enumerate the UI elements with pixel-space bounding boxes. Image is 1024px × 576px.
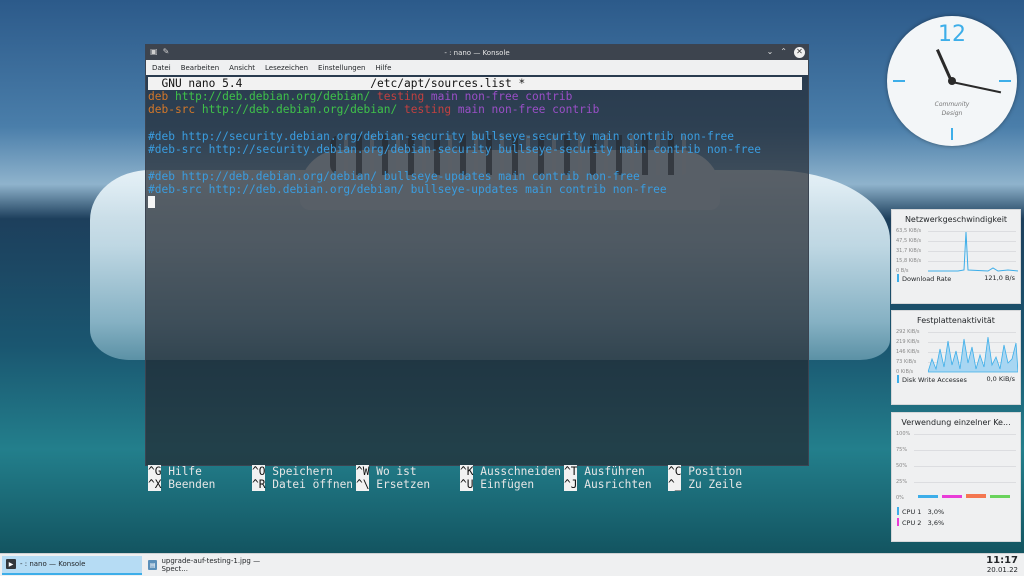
shortcut-item: ^C Position [668,465,743,478]
editor-line[interactable]: #deb-src http://security.debian.org/debi… [148,143,806,156]
cpu-legend: CPU 1 3,0% CPU 2 3,6% [892,505,1020,531]
clock-twelve: 12 [938,22,966,47]
editor-line[interactable]: deb http://deb.debian.org/debian/ testin… [148,90,806,103]
editor-content[interactable]: deb http://deb.debian.org/debian/ testin… [148,90,806,196]
window-title: - : nano — Konsole [444,48,510,57]
shortcut-item: ^\ Ersetzen [356,478,431,492]
clock-minute-hand [951,81,1002,94]
disk-graph [928,336,1018,373]
clock-hub [948,77,956,85]
editor-line[interactable]: deb-src http://deb.debian.org/debian/ te… [148,103,806,116]
editor-line[interactable] [148,117,806,130]
editor-line[interactable]: #deb-src http://deb.debian.org/debian/ b… [148,183,806,196]
taskbar: ▶ - : nano — Konsole ▤ upgrade-auf-testi… [0,553,1024,576]
terminal-icon: ▶ [6,559,16,569]
shortcut-row-1: ^G Hilfe ^O Speichern ^W Wo ist ^K Ausschne… [148,465,772,478]
cpu-bar-3 [966,494,986,498]
menu-bearbeiten[interactable]: Bearbeiten [181,64,219,72]
shortcut-item: ^_ Zu Zeile [668,478,743,492]
shortcut-item: ^O Speichern [252,465,333,478]
shortcut-item: ^T Ausführen [564,465,645,478]
network-graph [928,231,1018,272]
shortcut-item: ^G Hilfe [148,465,202,478]
konsole-window[interactable]: ▣ ✎ - : nano — Konsole ⌄ ⌃ ✕ Datei Bearb… [145,44,809,492]
disk-title: Festplattenaktivität [917,316,995,325]
maximize-button[interactable]: ⌃ [780,46,787,58]
task-konsole[interactable]: ▶ - : nano — Konsole [2,555,142,575]
task-spectacle[interactable]: ▤ upgrade-auf-testing-1.jpg — Spect... [144,556,286,575]
minimize-button[interactable]: ⌄ [767,46,774,58]
clock-tick-6 [951,128,953,140]
disk-widget[interactable]: Festplattenaktivität 292 KiB/s 219 KiB/s… [891,310,1021,405]
nano-shortcuts: ^G Hilfe ^O Speichern ^W Wo ist ^K Ausschne… [148,465,772,492]
window-titlebar[interactable]: ▣ ✎ - : nano — Konsole ⌄ ⌃ ✕ [146,45,808,60]
menu-hilfe[interactable]: Hilfe [375,64,391,72]
pin-icon[interactable]: ✎ [163,47,170,56]
network-plot: 63,5 KiB/s 47,5 KiB/s 31,7 KiB/s 15,8 Ki… [896,228,1018,274]
cpu-widget[interactable]: Verwendung einzelner Ke... 100% 75% 50% … [891,412,1021,542]
close-button[interactable]: ✕ [794,46,805,58]
clock-tick-9 [893,80,905,82]
menu-einstellungen[interactable]: Einstellungen [318,64,365,72]
cpu-bar-1 [918,495,938,498]
menu-lesezeichen[interactable]: Lesezeichen [265,64,308,72]
nano-version: GNU nano 5.4 [161,77,243,90]
taskbar-date: 20.01.22 [986,566,1018,574]
terminal-icon: ▣ [150,47,158,56]
taskbar-clock[interactable]: 11:17 20.01.22 [986,555,1018,574]
editor-line[interactable] [148,156,806,169]
analog-clock[interactable]: 12 Community Design [887,16,1017,146]
shortcut-item: ^W Wo ist [356,465,417,478]
nano-filename: /etc/apt/sources.list * [370,77,526,90]
cpu-plot: 100% 75% 50% 25% 0% [896,431,1016,505]
cpu-bar-4 [990,495,1010,498]
clock-tick-3 [999,80,1011,82]
cpu-title: Verwendung einzelner Ke... [901,418,1011,427]
menu-ansicht[interactable]: Ansicht [229,64,255,72]
editor-line[interactable]: #deb http://security.debian.org/debian-s… [148,130,806,143]
menu-datei[interactable]: Datei [152,64,171,72]
network-title: Netzwerkgeschwindigkeit [904,215,1008,224]
text-cursor [148,196,155,209]
terminal-area[interactable]: GNU nano 5.4 /etc/apt/sources.list * deb… [146,75,808,492]
disk-plot: 292 KiB/s 219 KiB/s 146 KiB/s 73 KiB/s 0… [896,329,1018,375]
clock-brand: Community Design [934,101,970,117]
editor-line[interactable]: #deb http://deb.debian.org/debian/ bulls… [148,170,806,183]
taskbar-time: 11:17 [986,555,1018,566]
network-widget[interactable]: Netzwerkgeschwindigkeit 63,5 KiB/s 47,5 … [891,209,1021,304]
shortcut-item: ^U Einfügen [460,478,535,492]
image-icon: ▤ [148,560,158,570]
shortcut-item: ^J Ausrichten [564,478,652,492]
nano-header: GNU nano 5.4 /etc/apt/sources.list * [148,77,802,90]
shortcut-item: ^R Datei öffnen [252,478,354,492]
shortcut-item: ^X Beenden [148,478,216,492]
menubar: Datei Bearbeiten Ansicht Lesezeichen Ein… [146,60,808,75]
shortcut-row-2: ^X Beenden ^R Datei öffnen ^\ Ersetzen ^U E… [148,478,772,492]
shortcut-item: ^K Ausschneiden [460,465,562,478]
cpu-bar-2 [942,495,962,498]
